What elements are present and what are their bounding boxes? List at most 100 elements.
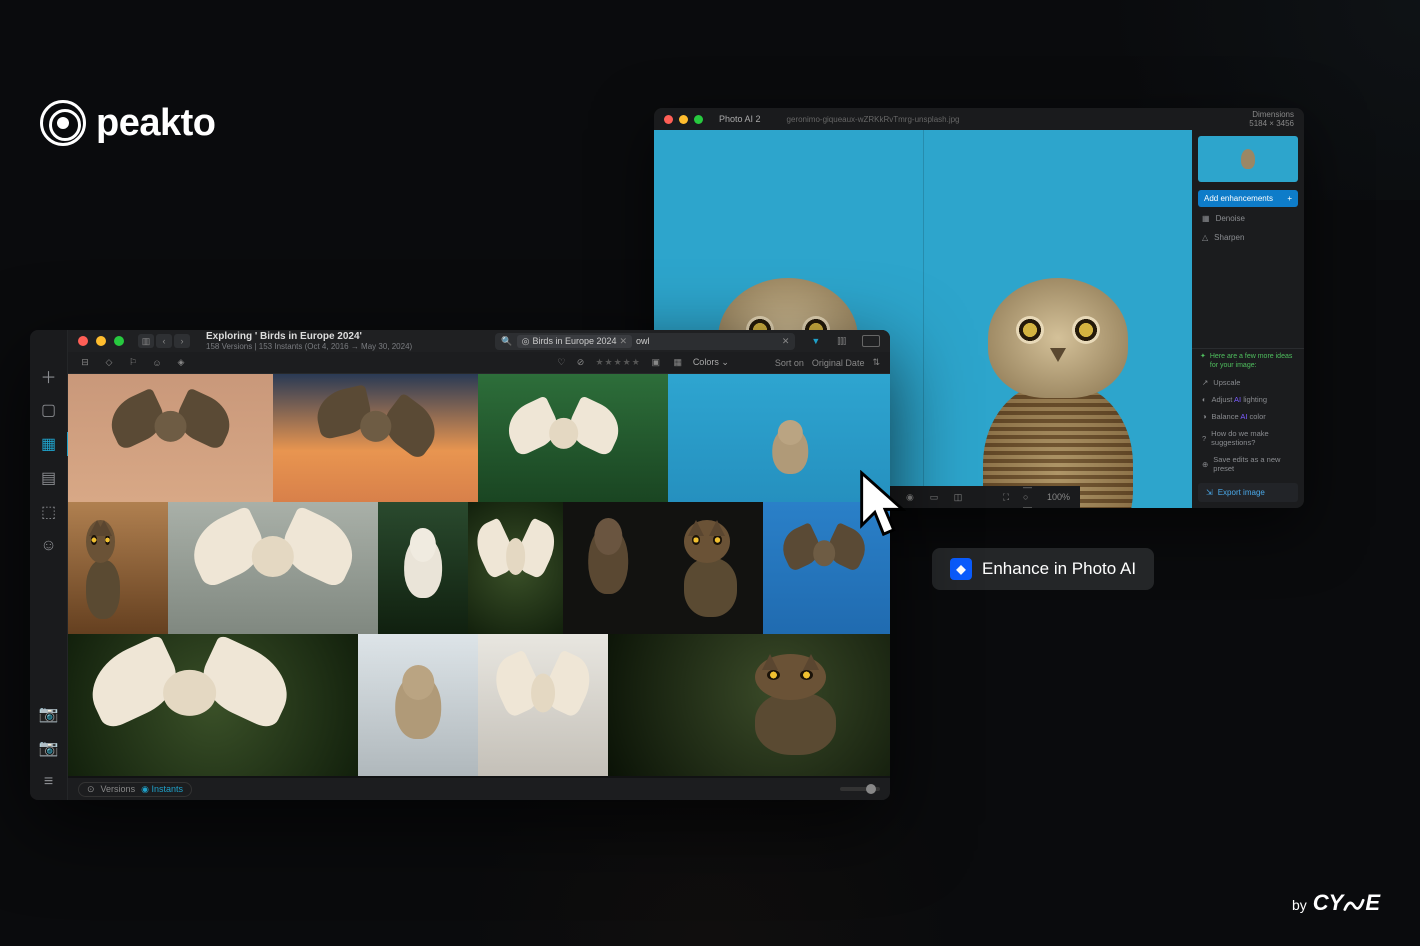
suggestion-upscale[interactable]: ↗Upscale bbox=[1192, 374, 1304, 391]
after-pane bbox=[923, 130, 1193, 508]
minimize-icon[interactable] bbox=[679, 115, 688, 124]
image-icon[interactable]: ▦ bbox=[671, 357, 685, 368]
dot-icon: ◉ bbox=[141, 784, 149, 794]
target-icon: ◎ bbox=[522, 336, 530, 347]
enhancement-sharpen[interactable]: △ Sharpen bbox=[1192, 228, 1304, 247]
heart-icon[interactable]: ♡ bbox=[557, 357, 565, 368]
menu-icon[interactable]: ≡ bbox=[39, 772, 59, 792]
peakto-mark-icon bbox=[40, 100, 86, 146]
person-icon[interactable]: ☺ bbox=[150, 358, 164, 368]
maximize-icon[interactable] bbox=[114, 336, 124, 346]
clear-search-icon[interactable]: ✕ bbox=[782, 336, 790, 347]
single-view-icon[interactable]: ▢ bbox=[39, 400, 59, 420]
minimize-icon[interactable] bbox=[96, 336, 106, 346]
suggestion-help[interactable]: ?How do we make suggestions? bbox=[1192, 425, 1304, 451]
denoise-icon: ▦ bbox=[1202, 214, 1210, 223]
close-icon[interactable] bbox=[78, 336, 88, 346]
zoom-slider-icon[interactable]: —○— bbox=[1023, 490, 1037, 504]
thumbnail[interactable] bbox=[68, 634, 358, 776]
peakto-wordmark: peakto bbox=[96, 102, 215, 145]
peakto-sidebar: ＋ ▢ ▦ ▤ ⬚ ☺ 📷 📷 ≡ bbox=[30, 330, 68, 800]
thumbnail[interactable] bbox=[478, 634, 608, 776]
eye-icon[interactable]: ◉ bbox=[903, 490, 917, 504]
close-icon[interactable] bbox=[664, 115, 673, 124]
thumbnail[interactable] bbox=[608, 634, 890, 776]
suggestion-adjust-lighting[interactable]: ◐ Adjust AI lighting bbox=[1192, 391, 1304, 408]
thumbnail-selected[interactable] bbox=[668, 374, 890, 502]
search-icon: 🔍 bbox=[501, 336, 512, 347]
rating-stars[interactable]: ★★★★★ bbox=[595, 357, 640, 368]
tag-icon[interactable]: ⊟ bbox=[78, 357, 92, 368]
single-view-icon[interactable]: ▭ bbox=[927, 490, 941, 504]
nav-forward-icon[interactable]: › bbox=[174, 334, 190, 348]
sort-direction-icon[interactable]: ⇅ bbox=[872, 357, 880, 368]
peakto-toolbar: ⊟ ◇ ⚐ ☺ ◈ ♡ ⊘ ★★★★★ ▣ ▦ Colors ⌄ Sort on… bbox=[68, 352, 890, 374]
help-icon: ? bbox=[1202, 434, 1206, 443]
people-icon[interactable]: ☺ bbox=[39, 536, 59, 556]
crop-icon[interactable]: ▣ bbox=[649, 357, 663, 368]
thumbnail[interactable] bbox=[358, 634, 478, 776]
histogram-icon[interactable]: ⫿⫿⫿ bbox=[837, 336, 846, 347]
thumbnail[interactable] bbox=[378, 502, 468, 634]
cyme-wordmark: CYE bbox=[1313, 890, 1380, 916]
sidebar-toggle-icon[interactable]: ▥ bbox=[138, 334, 154, 348]
thumbnail[interactable] bbox=[653, 502, 763, 634]
stacks-icon[interactable]: ▤ bbox=[39, 468, 59, 488]
camera-link-icon[interactable]: 📷 bbox=[39, 704, 59, 724]
nav-back-icon[interactable]: ‹ bbox=[156, 334, 172, 348]
fit-icon[interactable]: ⛶ bbox=[999, 490, 1013, 504]
thumbnail-preview[interactable] bbox=[1198, 136, 1298, 182]
search-bar[interactable]: 🔍 ◎ Birds in Europe 2024 ✕ owl ✕ bbox=[495, 333, 795, 350]
thumbnail[interactable] bbox=[478, 374, 668, 502]
camera-sync-icon[interactable]: 📷 bbox=[39, 738, 59, 758]
thumbnail-size-slider[interactable] bbox=[840, 787, 880, 791]
sort-field[interactable]: Original Date bbox=[812, 358, 865, 368]
suggestion-balance-color[interactable]: ◑ Balance AI color bbox=[1192, 408, 1304, 425]
tab-instants[interactable]: ◉ Instants bbox=[141, 784, 183, 795]
thumbnail[interactable] bbox=[68, 502, 168, 634]
thumbnail[interactable] bbox=[563, 502, 653, 634]
plus-icon: + bbox=[1287, 194, 1292, 203]
panel-toggle-icon[interactable] bbox=[862, 335, 880, 347]
colors-dropdown[interactable]: Colors ⌄ bbox=[693, 357, 729, 368]
sharpen-icon: △ bbox=[1202, 233, 1208, 242]
toggle-icon: ⊙ bbox=[87, 784, 95, 795]
search-chip[interactable]: ◎ Birds in Europe 2024 ✕ bbox=[517, 335, 632, 348]
zoom-value: 100% bbox=[1047, 492, 1070, 502]
tab-versions[interactable]: Versions bbox=[101, 784, 136, 794]
maximize-icon[interactable] bbox=[694, 115, 703, 124]
chevron-down-icon: ⌄ bbox=[721, 357, 729, 367]
export-button[interactable]: ⇲Export image bbox=[1198, 483, 1298, 502]
reject-icon[interactable]: ⊘ bbox=[573, 357, 587, 368]
label-icon[interactable]: ◇ bbox=[102, 357, 116, 368]
balance-icon: ◑ bbox=[1202, 412, 1207, 421]
dimensions-readout: Dimensions 5184 × 3456 bbox=[1249, 110, 1294, 128]
breadcrumb: Exploring ' Birds in Europe 2024' 158 Ve… bbox=[206, 331, 412, 351]
thumbnail[interactable] bbox=[468, 502, 563, 634]
thumbnail[interactable] bbox=[168, 502, 378, 634]
photoai-sidebar: Add enhancements+ ▦ Denoise △ Sharpen ✦ … bbox=[1192, 130, 1304, 508]
chip-remove-icon[interactable]: ✕ bbox=[620, 336, 628, 347]
view-mode-segment[interactable]: ⊙ Versions ◉ Instants bbox=[78, 782, 192, 797]
flag-icon[interactable]: ⚐ bbox=[126, 357, 140, 368]
grid-view-icon[interactable]: ▦ bbox=[39, 434, 59, 454]
search-term[interactable]: owl bbox=[636, 336, 778, 346]
peakto-window: ＋ ▢ ▦ ▤ ⬚ ☺ 📷 📷 ≡ ▥ ‹ › Exploring ' Bird… bbox=[30, 330, 890, 800]
app-title: Photo AI 2 bbox=[719, 114, 761, 124]
thumbnail[interactable] bbox=[273, 374, 478, 502]
add-button[interactable]: ＋ bbox=[39, 366, 59, 386]
sort-label: Sort on bbox=[775, 358, 804, 368]
location-icon[interactable]: ◈ bbox=[174, 357, 188, 368]
thumbnail[interactable] bbox=[763, 502, 890, 634]
map-icon[interactable]: ⬚ bbox=[39, 502, 59, 522]
add-enhancements-button[interactable]: Add enhancements+ bbox=[1198, 190, 1298, 207]
filter-icon[interactable]: ▼ bbox=[811, 336, 825, 346]
enhancement-denoise[interactable]: ▦ Denoise bbox=[1192, 209, 1304, 228]
thumbnail[interactable] bbox=[68, 374, 273, 502]
cyme-credit: by CYE bbox=[1292, 890, 1380, 916]
enhance-in-photo-ai-button[interactable]: ◆ Enhance in Photo AI bbox=[932, 548, 1154, 590]
split-view-icon[interactable]: ◫ bbox=[951, 490, 965, 504]
sparkle-icon: ✦ bbox=[1200, 353, 1206, 370]
export-icon: ⇲ bbox=[1206, 488, 1213, 497]
suggestion-save-preset[interactable]: ⊕Save edits as a new preset bbox=[1192, 451, 1304, 477]
